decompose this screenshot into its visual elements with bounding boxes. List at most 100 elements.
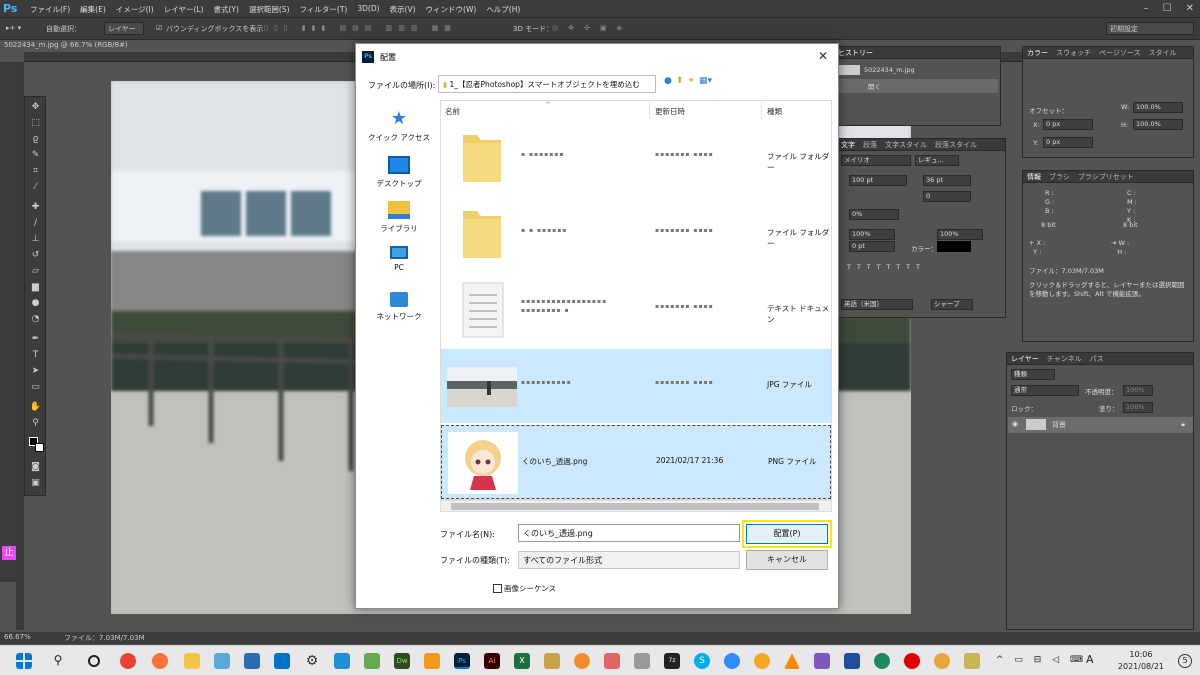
tab-0[interactable]: カラー: [1027, 48, 1048, 57]
3d-mode-icons[interactable]: ◎✥✣▣◈: [552, 24, 632, 32]
tab-1[interactable]: ブラシ: [1049, 172, 1070, 181]
tab-1[interactable]: スウォッチ: [1056, 48, 1091, 57]
app10-icon[interactable]: [874, 653, 890, 669]
app12-icon[interactable]: [964, 653, 980, 669]
font-family-select[interactable]: メイリオ: [841, 155, 911, 166]
photos-icon[interactable]: [244, 653, 260, 669]
menu-item-2[interactable]: イメージ(I): [116, 4, 154, 15]
menu-item-7[interactable]: 3D(D): [357, 4, 379, 15]
lasso-tool-icon[interactable]: ϱ: [29, 133, 42, 146]
move-tool-icon[interactable]: ▸+ ▾: [6, 24, 21, 32]
vlc-icon[interactable]: [784, 653, 800, 669]
quick-select-tool-icon[interactable]: ✎: [29, 149, 42, 162]
eraser-tool-icon[interactable]: ▱: [29, 265, 42, 278]
tab-3[interactable]: 段落スタイル: [935, 140, 977, 149]
workspace-select[interactable]: 初期設定: [1106, 22, 1194, 35]
menu-item-5[interactable]: 選択範囲(S): [249, 4, 290, 15]
leading-field[interactable]: 36 pt: [923, 175, 971, 186]
file-row-folder-1[interactable]: ▪ ▪▪▪▪▪▪▪ ▪▪▪▪▪▪▪ ▪▪▪▪ ファイル フォルダー: [441, 121, 831, 195]
w-field[interactable]: 100.0%: [1133, 102, 1183, 113]
dodge-tool-icon[interactable]: ◔: [29, 313, 42, 326]
app-icon[interactable]: [214, 653, 230, 669]
nav-pc[interactable]: PC: [360, 246, 438, 272]
new-folder-icon[interactable]: ✦: [687, 76, 695, 86]
background-color-icon[interactable]: [35, 443, 44, 452]
image-sequence-checkbox[interactable]: 画像シーケンス: [493, 583, 556, 594]
system-tray-icons[interactable]: ^ ▭ ⊟ ◁ ⌨: [996, 655, 1087, 665]
app6-icon[interactable]: [604, 653, 620, 669]
minimize-icon[interactable]: –: [1144, 3, 1149, 14]
skype-icon[interactable]: S: [694, 653, 710, 669]
notification-count[interactable]: 5: [1178, 654, 1192, 668]
horizontal-scrollbar[interactable]: [440, 500, 832, 512]
file-row-png-selected[interactable]: くのいち_透過.png 2021/02/17 21:36 PNG ファイル: [441, 425, 831, 499]
move-tool-icon[interactable]: ✥: [29, 101, 42, 114]
view-menu-icon[interactable]: ▦▾: [699, 76, 712, 86]
zoom-level[interactable]: 66.67%: [4, 633, 31, 641]
tab-2[interactable]: ブラシプリセット: [1078, 172, 1134, 181]
type-tool-icon[interactable]: T: [29, 349, 42, 362]
filetype-select[interactable]: すべてのファイル形式: [518, 551, 740, 569]
close-window-icon[interactable]: ✕: [1186, 3, 1194, 14]
up-folder-icon[interactable]: ⬆: [676, 76, 684, 86]
menu-item-0[interactable]: ファイル(F): [30, 4, 70, 15]
app4-icon[interactable]: [424, 653, 440, 669]
column-name[interactable]: 名前: [445, 106, 460, 117]
h-field[interactable]: 100.0%: [1133, 119, 1183, 130]
checkbox-box[interactable]: [493, 584, 502, 593]
x-field[interactable]: 0 px: [1043, 119, 1093, 130]
horizontal-scale-field[interactable]: 100%: [937, 229, 983, 240]
zoom-icon[interactable]: [724, 653, 740, 669]
history-brush-icon[interactable]: ↺: [29, 249, 42, 262]
font-style-select[interactable]: レギュ...: [915, 155, 959, 166]
outlook-icon[interactable]: [274, 653, 290, 669]
maximize-icon[interactable]: ☐: [1163, 3, 1172, 14]
search-icon[interactable]: ⚲: [50, 653, 66, 669]
nav-network[interactable]: ネットワーク: [360, 292, 438, 322]
y-field[interactable]: 0 px: [1043, 137, 1093, 148]
bbox-checkbox[interactable]: ☑: [156, 24, 162, 32]
visibility-eye-icon[interactable]: ◉: [1012, 420, 1018, 428]
path-select-icon[interactable]: ➤: [29, 365, 42, 378]
layer-row-background[interactable]: ◉ 背景 🔒︎: [1008, 417, 1193, 433]
gradient-tool-icon[interactable]: ▆: [29, 281, 42, 294]
nav-desktop[interactable]: デスクトップ: [360, 156, 438, 189]
column-type[interactable]: 種類: [767, 106, 782, 117]
brush-tool-icon[interactable]: ∕: [29, 217, 42, 230]
blur-tool-icon[interactable]: ●: [29, 297, 42, 310]
tab-2[interactable]: パス: [1090, 354, 1104, 363]
text-style-buttons[interactable]: TTTTTTTT: [847, 263, 926, 271]
app2-icon[interactable]: [334, 653, 350, 669]
pen-tool-icon[interactable]: ✒: [29, 333, 42, 346]
clock[interactable]: 10:06 2021/08/21: [1118, 649, 1164, 673]
auto-select-label[interactable]: 自動選択：: [46, 24, 81, 34]
tab-1[interactable]: 段落: [863, 140, 877, 149]
close-icon[interactable]: ✕: [818, 49, 828, 63]
menu-item-1[interactable]: 編集(E): [80, 4, 106, 15]
app8-icon[interactable]: [814, 653, 830, 669]
shape-tool-icon[interactable]: ▭: [29, 381, 42, 394]
antialias-select[interactable]: シャープ: [931, 299, 973, 310]
tracking-field[interactable]: 0: [923, 191, 971, 202]
tab-0[interactable]: 文字: [841, 140, 855, 149]
app9-icon[interactable]: [844, 653, 860, 669]
stamp-tool-icon[interactable]: ⊥: [29, 233, 42, 246]
screen-mode-icon[interactable]: ▣: [29, 477, 42, 490]
font-size-field[interactable]: 100 pt: [849, 175, 907, 186]
tsume-field[interactable]: 0%: [849, 209, 899, 220]
media-icon[interactable]: [754, 653, 770, 669]
location-select[interactable]: ▮ 1_【忍者Photoshop】スマートオブジェクトを埋め込む: [438, 75, 656, 93]
blend-mode-select[interactable]: 通常: [1011, 385, 1079, 396]
menu-item-9[interactable]: ウィンドウ(W): [426, 4, 477, 15]
healing-tool-icon[interactable]: ✚: [29, 201, 42, 214]
menu-item-10[interactable]: ヘルプ(H): [486, 4, 520, 15]
app3-icon[interactable]: [364, 653, 380, 669]
hand-tool-icon[interactable]: ✋: [29, 401, 42, 414]
cancel-button[interactable]: キャンセル: [746, 550, 828, 570]
explorer-icon[interactable]: [184, 653, 200, 669]
vertical-scale-field[interactable]: 100%: [849, 229, 895, 240]
filename-input[interactable]: くのいち_透過.png: [518, 524, 740, 542]
tab-2[interactable]: ページソース: [1099, 48, 1141, 57]
start-icon[interactable]: [16, 653, 32, 669]
tab-0[interactable]: レイヤー: [1011, 354, 1039, 363]
